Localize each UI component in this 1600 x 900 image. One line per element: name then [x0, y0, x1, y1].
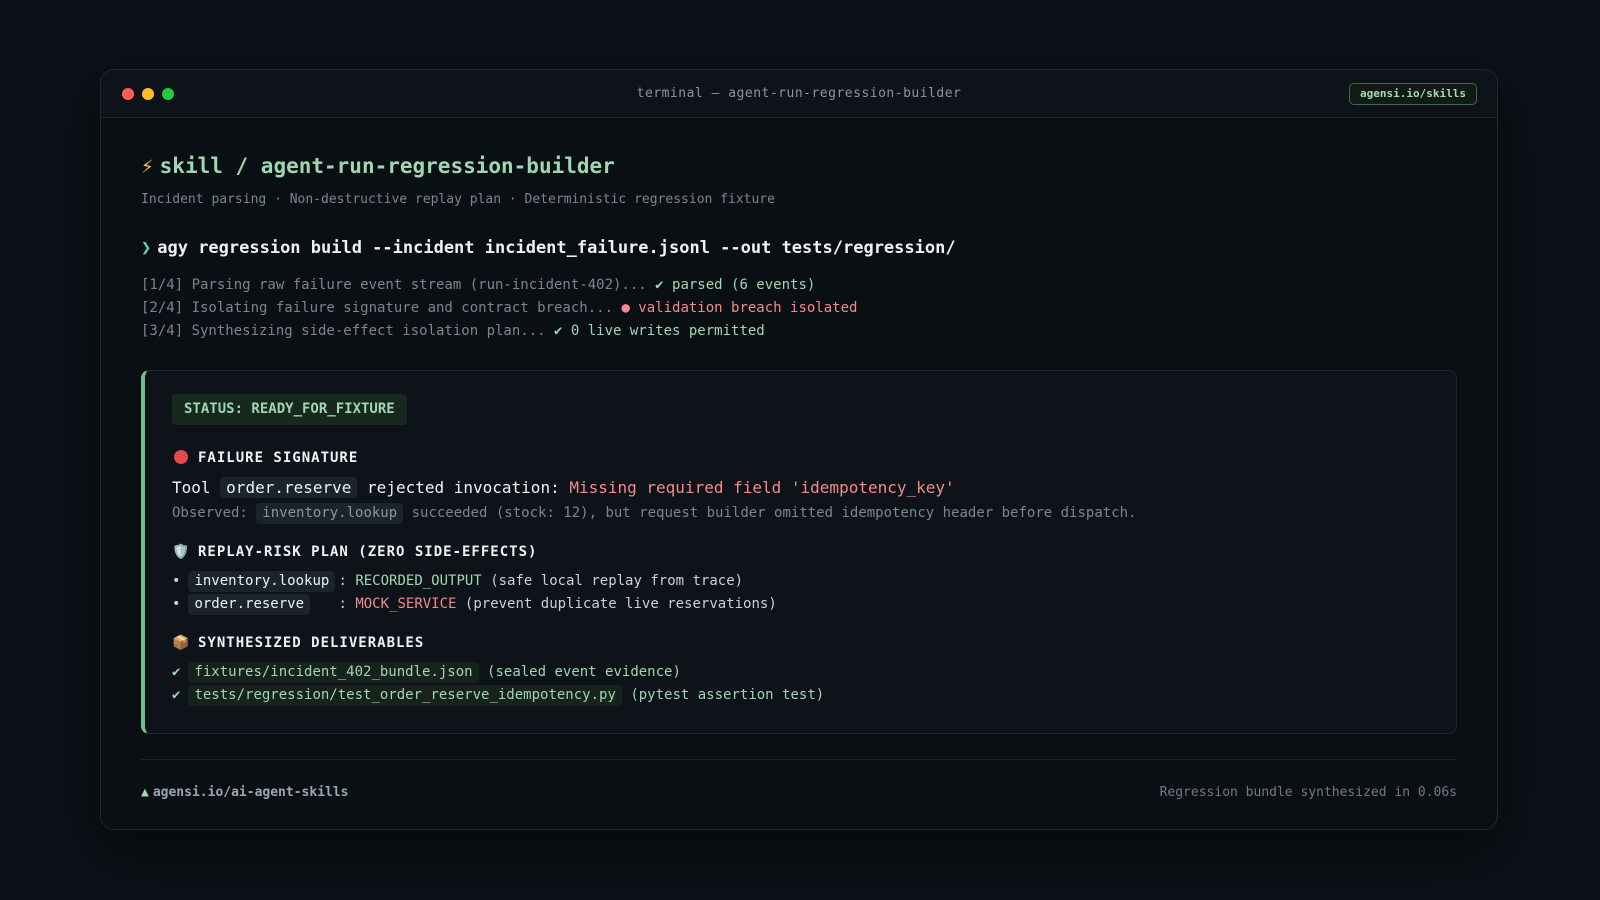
package-icon: 📦: [172, 635, 191, 651]
footer-link-text: agensi.io/ai-agent-skills: [152, 785, 349, 800]
bolt-icon: ⚡: [141, 154, 154, 178]
window-title: terminal — agent-run-regression-builder: [636, 86, 962, 101]
observed-text: succeeded (stock: 12), but request build…: [411, 505, 1137, 521]
title-bar: terminal — agent-run-regression-builder …: [101, 70, 1497, 118]
command-text: agy regression build --incident incident…: [157, 238, 956, 258]
replay-mode: MOCK_SERVICE: [355, 596, 457, 612]
deliverables-heading: 📦 SYNTHESIZED DELIVERABLES: [172, 635, 424, 651]
list-item: ✔ fixtures/incident_402_bundle.json (seal…: [172, 662, 681, 683]
section-title-text: FAILURE SIGNATURE: [198, 450, 359, 466]
prompt-chevron-icon: ❯: [141, 238, 152, 258]
bullet: •: [172, 596, 181, 612]
skill-title-text: skill / agent-run-regression-builder: [159, 154, 615, 178]
tool-code: inventory.lookup: [188, 571, 336, 592]
observed-tool-code: inventory.lookup: [256, 503, 404, 524]
separator: :: [338, 573, 347, 589]
log-step-text: [3/4] Synthesizing side-effect isolation…: [141, 323, 555, 339]
tool-mid-text: rejected invocation:: [367, 478, 560, 497]
section-title-text: REPLAY-RISK PLAN (ZERO SIDE-EFFECTS): [198, 544, 538, 560]
replay-note: (safe local replay from trace): [490, 573, 744, 589]
list-item: • inventory.lookup: RECORDED_OUTPUT (safe…: [172, 571, 743, 592]
skill-subtitle: Incident parsing · Non-destructive repla…: [141, 192, 775, 207]
red-circle-icon: [172, 450, 190, 466]
replay-note: (prevent duplicate live reservations): [464, 596, 777, 612]
log-line: [1/4] Parsing raw failure event stream (…: [141, 274, 857, 297]
terminal-window: terminal — agent-run-regression-builder …: [100, 69, 1498, 830]
bullet: •: [172, 573, 181, 589]
log-line: [2/4] Isolating failure signature and co…: [141, 297, 857, 320]
failure-tool-line: Tool order.reserve rejected invocation: …: [172, 477, 955, 498]
log-result-ok: ✔ parsed (6 events): [655, 277, 816, 293]
log-output: [1/4] Parsing raw failure event stream (…: [141, 274, 857, 343]
deliverable-path[interactable]: tests/regression/test_order_reserve_idem…: [188, 685, 622, 706]
log-step-text: [2/4] Isolating failure signature and co…: [141, 300, 622, 316]
check-icon: ✔: [172, 687, 181, 703]
section-title-text: SYNTHESIZED DELIVERABLES: [198, 635, 425, 651]
footer-divider: [141, 759, 1457, 760]
footer-link[interactable]: ▲ agensi.io/ai-agent-skills: [141, 785, 349, 800]
terminal-content: ⚡ skill / agent-run-regression-builder In…: [141, 118, 1457, 829]
skills-badge-link[interactable]: agensi.io/skills: [1349, 83, 1477, 105]
error-message: Missing required field 'idempotency_key': [569, 478, 955, 497]
deliverable-path[interactable]: fixtures/incident_402_bundle.json: [188, 662, 479, 683]
command-line: ❯ agy regression build --incident inciden…: [141, 238, 956, 258]
separator: :: [338, 596, 347, 612]
failure-signature-heading: FAILURE SIGNATURE: [172, 450, 358, 466]
log-line: [3/4] Synthesizing side-effect isolation…: [141, 320, 857, 343]
log-result-error: ● validation breach isolated: [621, 300, 858, 316]
footer-summary: Regression bundle synthesized in 0.06s: [1159, 785, 1457, 800]
deliverable-note: (sealed event evidence): [487, 664, 681, 680]
log-step-text: [1/4] Parsing raw failure event stream (…: [141, 277, 656, 293]
tool-prefix: Tool: [172, 478, 211, 497]
page-title: ⚡ skill / agent-run-regression-builder: [141, 154, 615, 178]
list-item: ✔ tests/regression/test_order_reserve_ide…: [172, 685, 824, 706]
observed-label: Observed:: [172, 505, 248, 521]
replay-mode: RECORDED_OUTPUT: [355, 573, 482, 589]
log-result-ok: ✔ 0 live writes permitted: [554, 323, 765, 339]
triangle-icon: ▲: [141, 785, 149, 800]
observed-line: Observed: inventory.lookup succeeded (st…: [172, 503, 1136, 524]
replay-risk-heading: 🛡️ REPLAY-RISK PLAN (ZERO SIDE-EFFECTS): [172, 544, 537, 560]
deliverable-note: (pytest assertion test): [630, 687, 825, 703]
list-item: • order.reserve: MOCK_SERVICE (prevent du…: [172, 594, 777, 615]
check-icon: ✔: [172, 664, 181, 680]
status-badge: STATUS: READY_FOR_FIXTURE: [172, 394, 407, 425]
result-panel: STATUS: READY_FOR_FIXTURE FAILURE SIGNAT…: [141, 370, 1457, 734]
tool-code: order.reserve: [188, 594, 311, 615]
shield-icon: 🛡️: [172, 544, 191, 560]
tool-name-code: order.reserve: [220, 477, 358, 498]
